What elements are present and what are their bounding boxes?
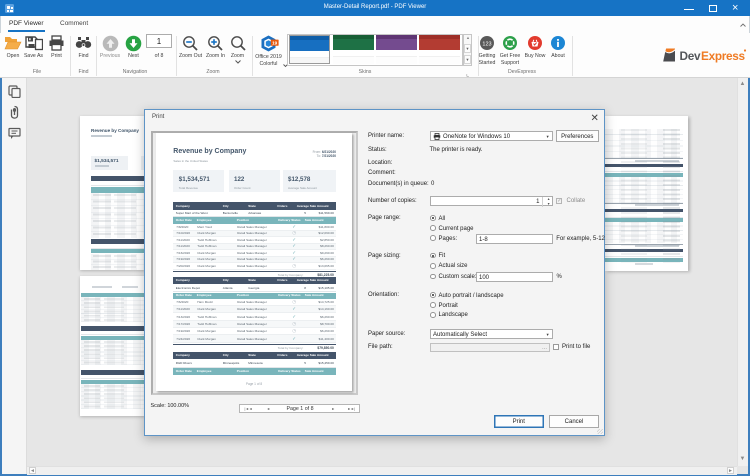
svg-text:Dev: Dev <box>680 49 701 63</box>
svg-text:123: 123 <box>482 41 491 47</box>
svg-text:Express: Express <box>701 49 746 63</box>
svg-text:19: 19 <box>272 41 278 46</box>
